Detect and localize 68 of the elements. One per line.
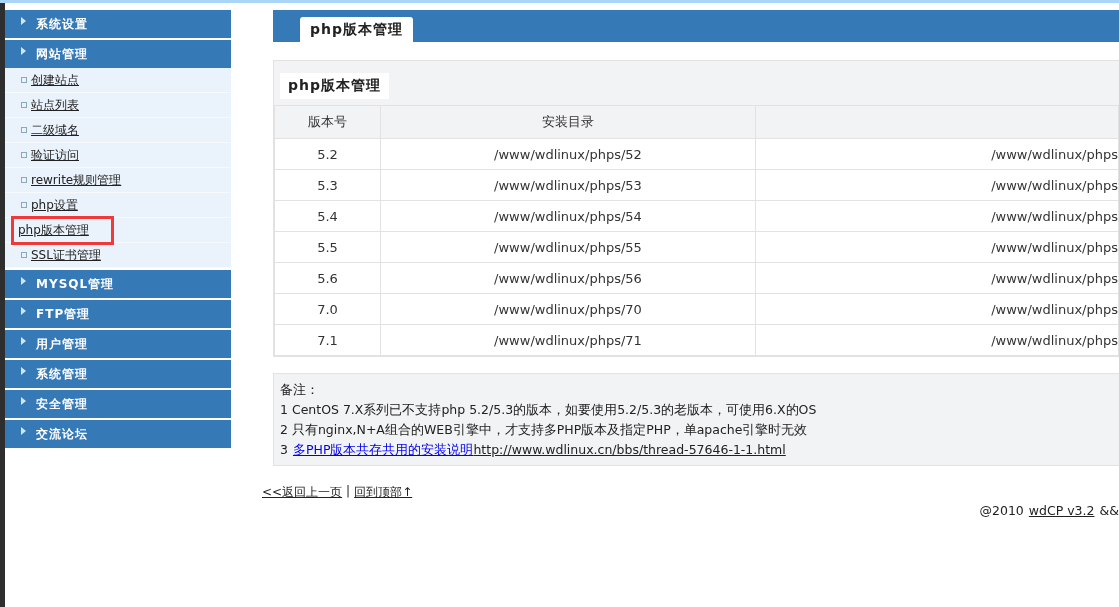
note-text: 1 CentOS 7.X系列已不支持php 5.2/5.3的版本，如要使用5.2/5.3的老版本，可使用6.X的OS	[280, 402, 818, 419]
table-cell: /www/wdlinux/phps/54	[380, 200, 756, 232]
table-cell: 7.1	[274, 324, 381, 356]
triangle-icon	[21, 47, 26, 55]
sidebar-group-header[interactable]: FTP管理	[5, 300, 231, 328]
sidebar-link[interactable]: 验证访问	[31, 146, 79, 164]
table-cell: /www/wdlinux/phps	[755, 231, 1119, 263]
triangle-icon	[21, 337, 26, 345]
panel-title: php版本管理	[280, 73, 389, 99]
copyright-text: @2010	[979, 503, 1024, 518]
square-bullet-icon	[21, 177, 27, 183]
sidebar-link[interactable]: php版本管理	[11, 215, 114, 245]
table-cell: 5.2	[274, 138, 381, 170]
table-cell: 5.3	[274, 169, 381, 201]
sidebar-group-header[interactable]: 安全管理	[5, 390, 231, 418]
square-bullet-icon	[21, 202, 27, 208]
table-cell: 5.6	[274, 262, 381, 294]
square-bullet-icon	[21, 252, 27, 258]
sidebar-link[interactable]: SSL证书管理	[31, 246, 101, 264]
square-bullet-icon	[21, 102, 27, 108]
table-cell: /www/wdlinux/phps/55	[380, 231, 756, 263]
table-cell: /www/wdlinux/phps/56	[380, 262, 756, 294]
footer-text: &&	[1099, 503, 1119, 518]
table-cell: /www/wdlinux/phps	[755, 138, 1119, 170]
note-number: 3	[280, 442, 288, 459]
sidebar-group-header[interactable]: 交流论坛	[5, 420, 231, 448]
note-text: 2 只有nginx,N+A组合的WEB引擎中，才支持多PHP版本及指定PHP，单apache引擎时无效	[280, 422, 809, 439]
triangle-icon	[21, 307, 26, 315]
table-cell: /www/wdlinux/phps	[755, 324, 1119, 356]
page-tab[interactable]: php版本管理	[300, 17, 413, 42]
sidebar-link[interactable]: rewrite规则管理	[31, 171, 122, 189]
table-cell: /www/wdlinux/phps	[755, 262, 1119, 294]
sidebar-group-header[interactable]: 网站管理	[5, 40, 231, 68]
triangle-icon	[21, 397, 26, 405]
triangle-icon	[21, 367, 26, 375]
table-cell: 5.4	[274, 200, 381, 232]
table-cell: /www/wdlinux/phps/52	[380, 138, 756, 170]
table-cell: /www/wdlinux/phps	[755, 293, 1119, 325]
sidebar-link[interactable]: 创建站点	[31, 71, 79, 89]
table-cell: /www/wdlinux/phps/53	[380, 169, 756, 201]
back-to-top-link[interactable]: 回到顶部↑	[354, 484, 413, 501]
sidebar-group-header[interactable]: MYSQL管理	[5, 270, 231, 298]
square-bullet-icon	[21, 77, 27, 83]
table-cell: /www/wdlinux/phps	[755, 169, 1119, 201]
notes-title: 备注：	[280, 382, 320, 399]
table-cell: 5.5	[274, 231, 381, 263]
table-cell: /www/wdlinux/phps/71	[380, 324, 756, 356]
square-bullet-icon	[21, 127, 27, 133]
triangle-icon	[21, 17, 26, 25]
triangle-icon	[21, 427, 26, 435]
back-link[interactable]: <<返回上一页	[262, 484, 343, 501]
separator-text: |	[346, 484, 351, 500]
sidebar-group-header[interactable]: 系统设置	[5, 10, 231, 38]
sidebar-link[interactable]: php设置	[31, 196, 78, 214]
column-header: 安装目录	[380, 105, 756, 139]
table-cell: /www/wdlinux/phps	[755, 200, 1119, 232]
sidebar-group-header[interactable]: 系统管理	[5, 360, 231, 388]
table-cell: 7.0	[274, 293, 381, 325]
sidebar-link[interactable]: 二级域名	[31, 121, 79, 139]
install-guide-link[interactable]: 多PHP版本共存共用的安装说明	[292, 442, 474, 459]
triangle-icon	[21, 277, 26, 285]
product-link[interactable]: wdCP v3.2	[1028, 503, 1095, 518]
sidebar-link[interactable]: 站点列表	[31, 96, 79, 114]
table-cell: /www/wdlinux/phps/70	[380, 293, 756, 325]
sidebar-group-header[interactable]: 用户管理	[5, 330, 231, 358]
square-bullet-icon	[21, 152, 27, 158]
column-header: 版本号	[274, 105, 381, 139]
forum-url-link[interactable]: http://www.wdlinux.cn/bbs/thread-57646-1-1.html	[473, 442, 786, 459]
